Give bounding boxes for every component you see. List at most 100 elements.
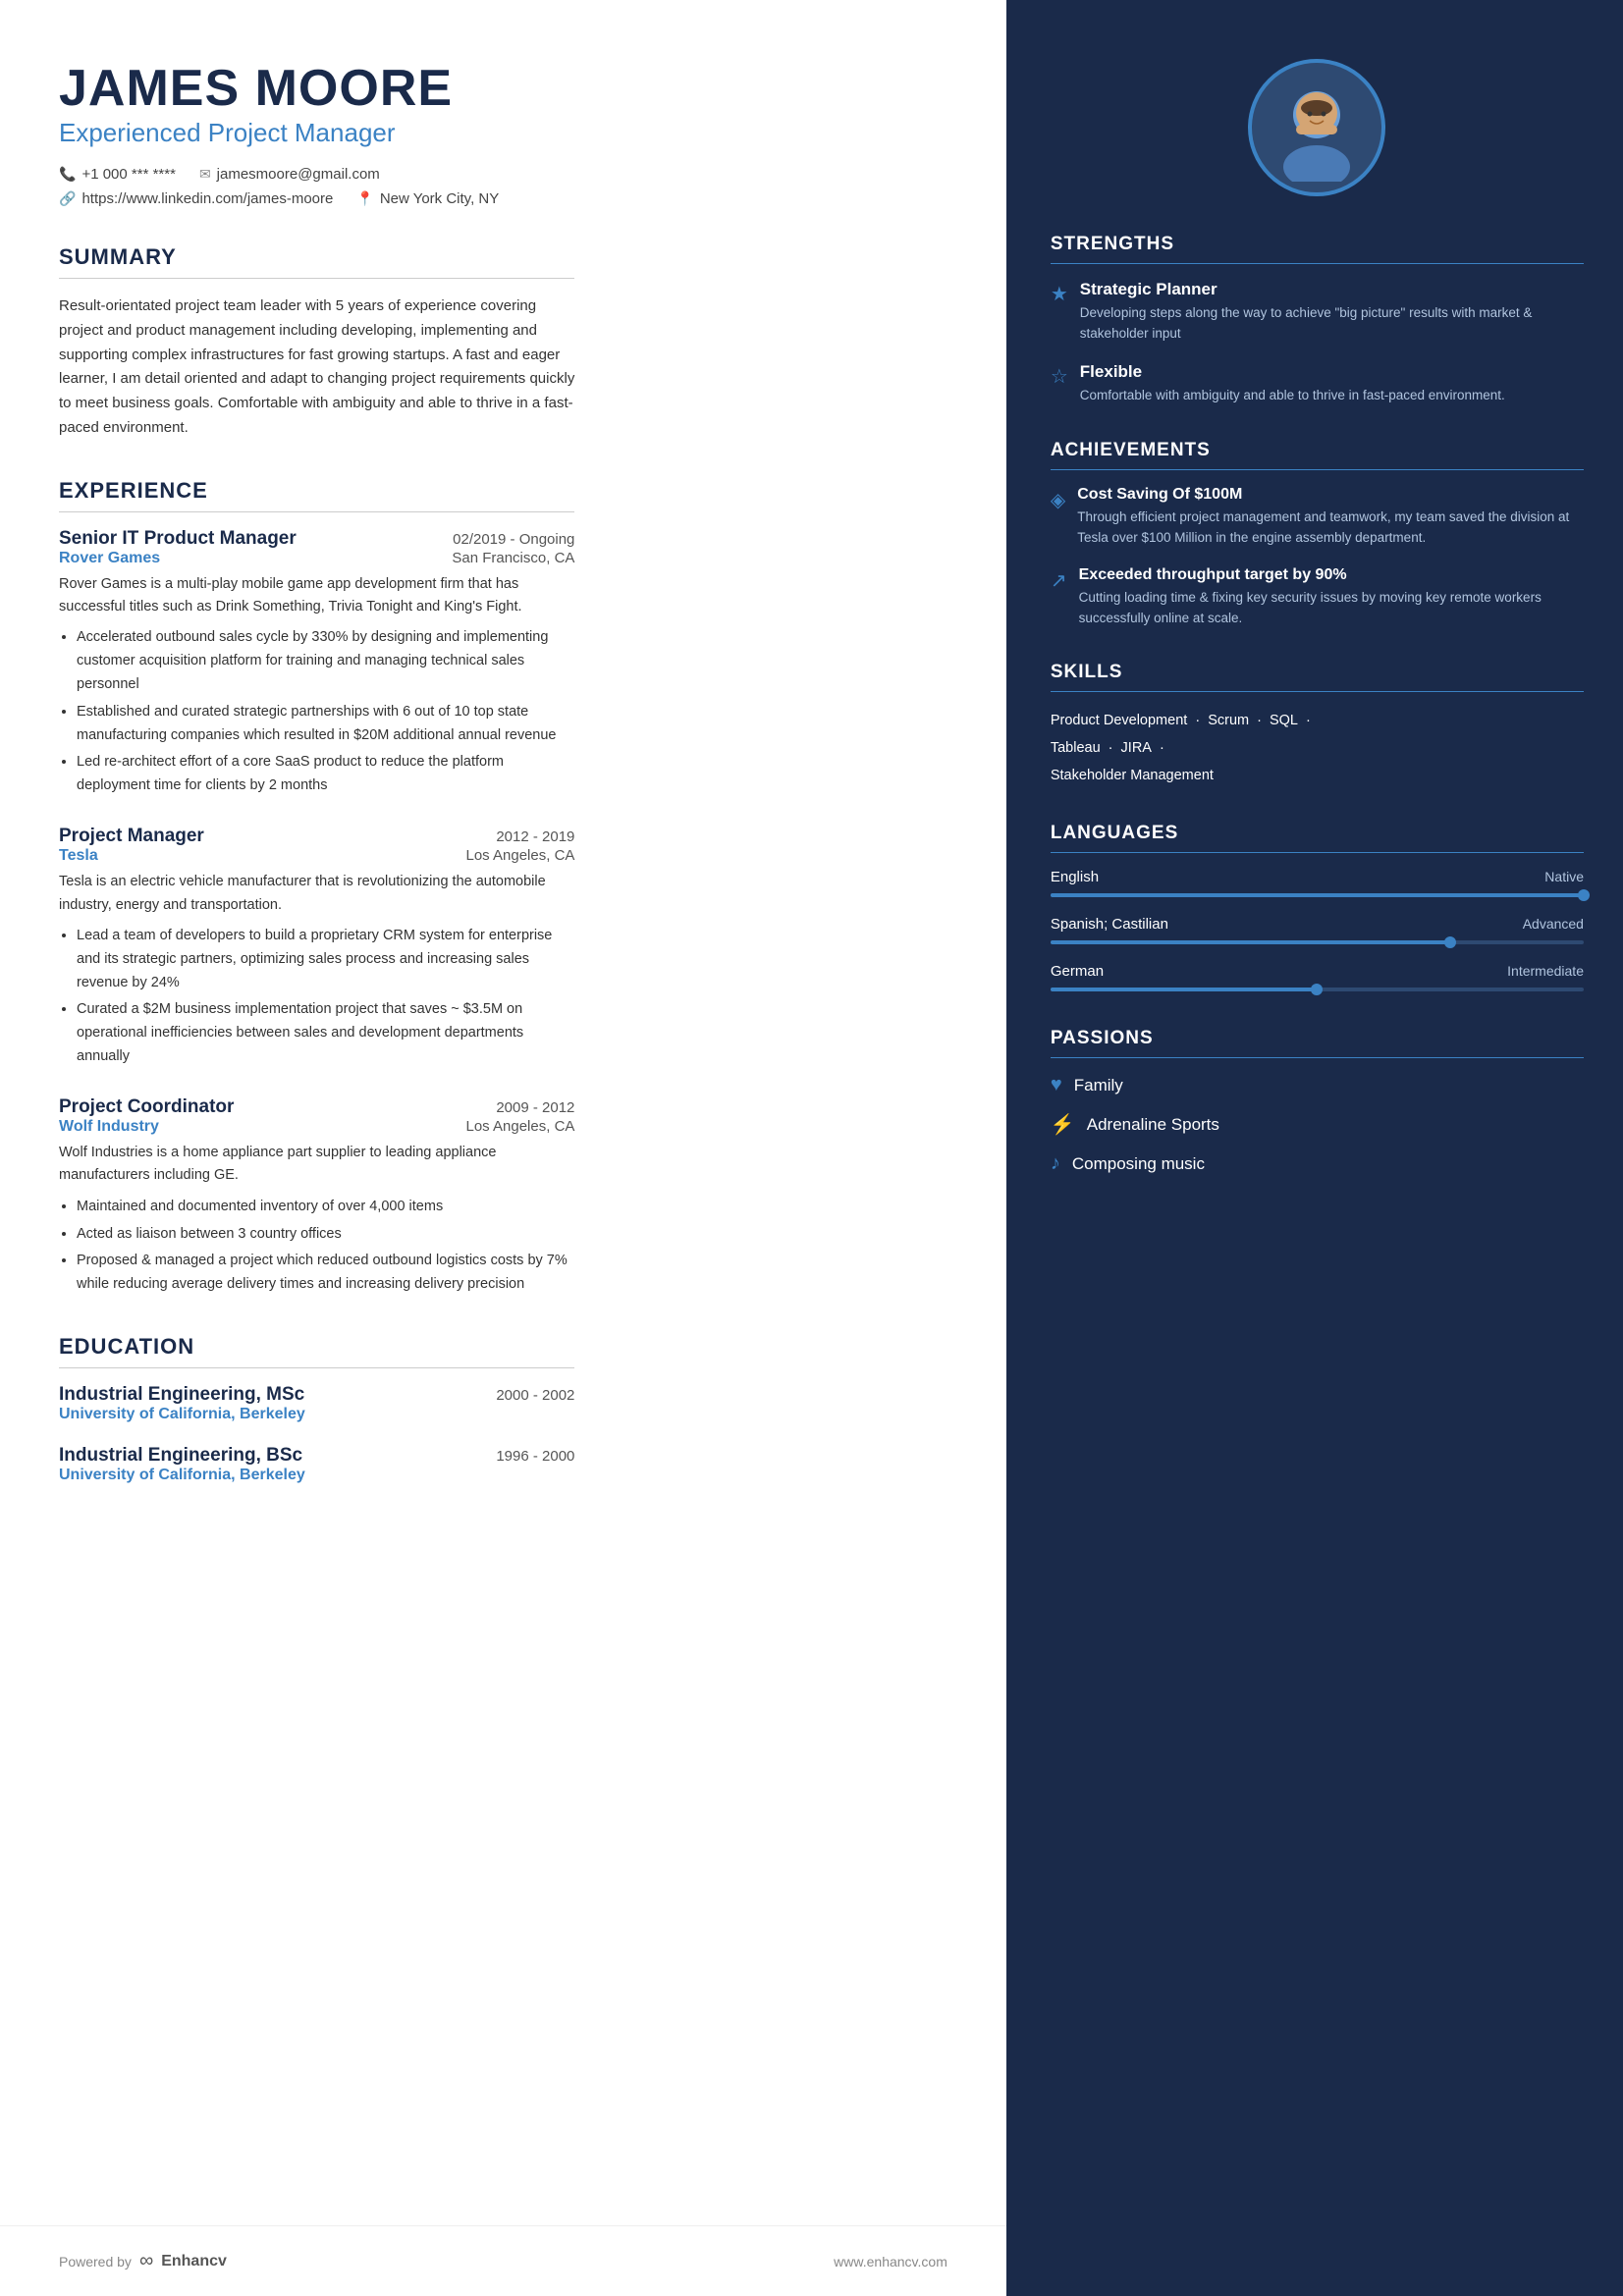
exp-header-3: Project Coordinator 2009 - 2012 [59, 1096, 574, 1118]
exp-desc-2: Tesla is an electric vehicle manufacture… [59, 871, 574, 916]
summary-text: Result-orientated project team leader wi… [59, 294, 574, 441]
location-contact: 📍 New York City, NY [356, 190, 499, 207]
passions-title: PASSIONS [1051, 1028, 1584, 1058]
avatar-illustration [1263, 74, 1371, 182]
avatar-container [1051, 59, 1584, 196]
exp-company-2: Tesla [59, 847, 98, 865]
passion-item-1: ♥ Family [1051, 1074, 1584, 1096]
passion-item-3: ♪ Composing music [1051, 1152, 1584, 1175]
lang-row-3: German Intermediate [1051, 963, 1584, 980]
phone-icon: 📞 [59, 166, 76, 183]
lang-fill-1 [1051, 893, 1584, 897]
edu-degree-1: Industrial Engineering, MSc [59, 1384, 304, 1406]
heart-icon: ♥ [1051, 1074, 1062, 1096]
achievement-item-1: ◈ Cost Saving Of $100M Through efficient… [1051, 486, 1584, 549]
exp-bullet-3-2: Acted as liaison between 3 country offic… [77, 1223, 574, 1247]
music-icon: ♪ [1051, 1152, 1060, 1175]
exp-bullet-1-3: Led re-architect effort of a core SaaS p… [77, 751, 574, 798]
lang-name-2: Spanish; Castilian [1051, 916, 1168, 933]
lang-row-2: Spanish; Castilian Advanced [1051, 916, 1584, 933]
edu-entry-1: Industrial Engineering, MSc 2000 - 2002 … [59, 1384, 574, 1423]
summary-title: SUMMARY [59, 244, 574, 279]
exp-bullet-3-3: Proposed & managed a project which reduc… [77, 1250, 574, 1297]
footer-website: www.enhancv.com [834, 2254, 947, 2269]
powered-by-label: Powered by [59, 2254, 132, 2269]
exp-company-row-1: Rover Games San Francisco, CA [59, 550, 574, 573]
achievement-desc-1: Through efficient project management and… [1077, 507, 1584, 549]
language-item-2: Spanish; Castilian Advanced [1051, 916, 1584, 947]
strength-content-1: Strategic Planner Developing steps along… [1080, 280, 1584, 345]
sidebar: STRENGTHS ★ Strategic Planner Developing… [1006, 0, 1623, 2296]
edu-degree-2: Industrial Engineering, BSc [59, 1445, 302, 1467]
strengths-section: STRENGTHS ★ Strategic Planner Developing… [1051, 234, 1584, 406]
skills-list: Product Development · Scrum · SQL · Tabl… [1051, 708, 1584, 789]
exp-dates-2: 2012 - 2019 [496, 828, 574, 845]
passion-name-2: Adrenaline Sports [1087, 1115, 1219, 1135]
exp-entry-3: Project Coordinator 2009 - 2012 Wolf Ind… [59, 1096, 574, 1297]
resume-header: JAMES MOORE Experienced Project Manager … [59, 59, 574, 207]
skill-dot-5: · [1156, 740, 1164, 756]
strength-desc-2: Comfortable with ambiguity and able to t… [1080, 386, 1505, 406]
exp-desc-3: Wolf Industries is a home appliance part… [59, 1142, 574, 1187]
exp-bullets-3: Maintained and documented inventory of o… [59, 1196, 574, 1298]
brand-name: Enhancv [161, 2253, 227, 2270]
exp-bullet-2-1: Lead a team of developers to build a pro… [77, 925, 574, 995]
edu-school-1: University of California, Berkeley [59, 1406, 574, 1423]
strengths-title: STRENGTHS [1051, 234, 1584, 264]
skill-dot-4: · [1105, 740, 1117, 756]
passions-section: PASSIONS ♥ Family ⚡ Adrenaline Sports ♪ … [1051, 1028, 1584, 1175]
edu-school-2: University of California, Berkeley [59, 1467, 574, 1484]
contact-info-2: 🔗 https://www.linkedin.com/james-moore 📍… [59, 190, 574, 207]
lang-dot-3 [1311, 984, 1323, 995]
arrow-up-icon: ↗ [1051, 568, 1067, 629]
diamond-icon: ◈ [1051, 488, 1065, 549]
achievements-title: ACHIEVEMENTS [1051, 440, 1584, 470]
exp-bullet-1-2: Established and curated strategic partne… [77, 701, 574, 748]
star-filled-icon: ★ [1051, 282, 1068, 345]
lang-track-3 [1051, 988, 1584, 991]
location-text: New York City, NY [380, 190, 499, 207]
exp-company-3: Wolf Industry [59, 1118, 159, 1136]
achievement-title-2: Exceeded throughput target by 90% [1079, 566, 1584, 584]
enhancv-logo-icon: ∞ [139, 2250, 153, 2272]
achievement-item-2: ↗ Exceeded throughput target by 90% Cutt… [1051, 566, 1584, 629]
strength-content-2: Flexible Comfortable with ambiguity and … [1080, 362, 1505, 406]
languages-title: LANGUAGES [1051, 823, 1584, 853]
skill-2: Scrum [1208, 713, 1249, 728]
skills-section: SKILLS Product Development · Scrum · SQL… [1051, 662, 1584, 789]
lang-level-2: Advanced [1523, 916, 1584, 932]
exp-company-row-3: Wolf Industry Los Angeles, CA [59, 1118, 574, 1142]
star-outline-icon: ☆ [1051, 364, 1068, 406]
lang-level-3: Intermediate [1507, 963, 1584, 979]
lang-track-2 [1051, 940, 1584, 944]
lang-level-1: Native [1544, 869, 1584, 884]
achievement-title-1: Cost Saving Of $100M [1077, 486, 1584, 504]
full-name: JAMES MOORE [59, 59, 574, 118]
exp-entry-1: Senior IT Product Manager 02/2019 - Ongo… [59, 528, 574, 799]
skill-dot-2: · [1253, 713, 1266, 728]
education-section: EDUCATION Industrial Engineering, MSc 20… [59, 1334, 574, 1484]
exp-location-2: Los Angeles, CA [466, 847, 575, 864]
experience-section: EXPERIENCE Senior IT Product Manager 02/… [59, 478, 574, 1298]
exp-bullets-1: Accelerated outbound sales cycle by 330%… [59, 626, 574, 798]
phone-contact: 📞 +1 000 *** **** [59, 166, 176, 183]
exp-job-title-3: Project Coordinator [59, 1096, 234, 1118]
strength-name-2: Flexible [1080, 362, 1505, 382]
passion-name-1: Family [1074, 1076, 1123, 1095]
exp-bullets-2: Lead a team of developers to build a pro… [59, 925, 574, 1070]
location-icon: 📍 [356, 190, 373, 207]
linkedin-url: https://www.linkedin.com/james-moore [81, 190, 333, 207]
language-item-1: English Native [1051, 869, 1584, 900]
passion-name-3: Composing music [1072, 1154, 1205, 1174]
experience-title: EXPERIENCE [59, 478, 574, 512]
exp-job-title-1: Senior IT Product Manager [59, 528, 297, 550]
languages-section: LANGUAGES English Native Spanish; Castil… [1051, 823, 1584, 994]
lang-dot-1 [1578, 889, 1590, 901]
exp-company-1: Rover Games [59, 550, 160, 567]
exp-job-title-2: Project Manager [59, 826, 204, 847]
exp-company-row-2: Tesla Los Angeles, CA [59, 847, 574, 871]
exp-bullet-1-1: Accelerated outbound sales cycle by 330%… [77, 626, 574, 697]
skills-title: SKILLS [1051, 662, 1584, 692]
achievement-content-1: Cost Saving Of $100M Through efficient p… [1077, 486, 1584, 549]
exp-dates-1: 02/2019 - Ongoing [453, 531, 574, 548]
